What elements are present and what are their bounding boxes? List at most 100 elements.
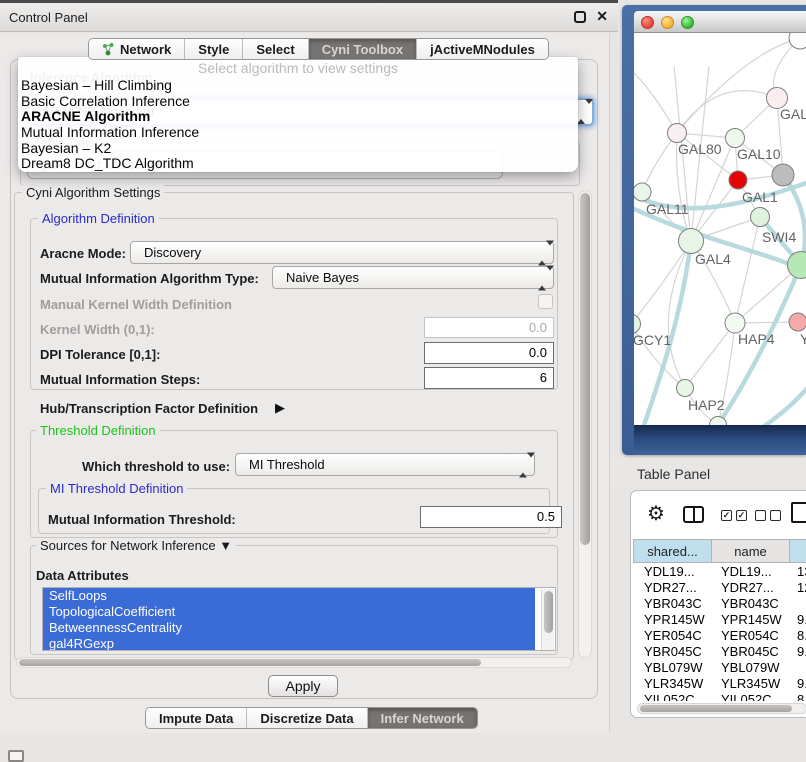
network-edge[interactable] — [642, 133, 677, 192]
network-node-gcy1[interactable] — [634, 315, 641, 334]
network-node-gal10[interactable] — [726, 129, 745, 148]
table-body: YDL19...YDL19...13YDR27...YDR27...12YBR0… — [634, 564, 806, 701]
close-panel-icon[interactable]: ✕ — [596, 8, 608, 25]
column-layout-icon[interactable] — [683, 506, 704, 523]
table-horizontal-scrollbar[interactable] — [637, 703, 806, 714]
zoom-traffic-light-icon[interactable] — [681, 16, 694, 29]
hub-definition-expand-icon[interactable]: ▶ — [275, 400, 285, 416]
float-panel-icon[interactable] — [574, 11, 586, 23]
dpi-tolerance-label: DPI Tolerance [0,1]: — [40, 347, 160, 362]
aracne-mode-combobox[interactable]: Discovery — [130, 241, 554, 264]
table-cell: YLR345W — [721, 676, 780, 692]
algorithm-option[interactable]: Mutual Information Inference — [18, 125, 578, 141]
column-header-name[interactable]: name — [711, 539, 790, 563]
algorithm-option[interactable]: Bayesian – Hill Climbing — [18, 78, 578, 94]
data-attribute-item[interactable]: BetweennessCentrality — [43, 620, 535, 636]
data-attribute-item[interactable]: SelfLoops — [43, 588, 535, 604]
table-row[interactable]: YER054CYER054C8. — [634, 628, 806, 644]
list-vertical-scrollbar[interactable] — [541, 589, 554, 651]
table-row[interactable]: YLR345WYLR345W9. — [634, 676, 806, 692]
table-cell: 8. — [797, 628, 806, 644]
select-all-checkbox-icon[interactable]: ✓ — [721, 510, 732, 521]
network-node[interactable] — [772, 164, 794, 186]
mi-threshold-label: Mutual Information Threshold: — [48, 512, 236, 527]
algorithm-option[interactable]: Bayesian – K2 — [18, 141, 578, 157]
network-canvas[interactable]: GALGAL80GAL10GAL1GAL11SWI4GAL4GCY1HAP4YH… — [634, 33, 806, 425]
tab-infer-network[interactable]: Infer Network — [368, 708, 477, 728]
deselect-all-checkbox-icon[interactable] — [770, 510, 781, 521]
deselect-all-checkbox-icon[interactable] — [755, 510, 766, 521]
settings-horizontal-scrollbar-thumb[interactable] — [19, 659, 481, 666]
table-cell: 13 — [797, 564, 806, 580]
network-node-gal80[interactable] — [668, 124, 687, 143]
network-node-swi4[interactable] — [751, 208, 770, 227]
algorithm-definition-legend: Algorithm Definition — [38, 211, 159, 226]
mi-threshold-field[interactable]: 0.5 — [420, 506, 562, 528]
mi-algorithm-type-combobox[interactable]: Naive Bayes — [272, 266, 554, 289]
algorithm-dropdown-list: Bayesian – Hill ClimbingBasic Correlatio… — [18, 78, 578, 172]
network-node-gal1[interactable] — [729, 171, 747, 189]
cyni-bottom-tabbar: Impute Data Discretize Data Infer Networ… — [145, 707, 478, 729]
table-row[interactable]: YPR145WYPR145W9. — [634, 612, 806, 628]
manual-kernel-width-checkbox[interactable] — [538, 294, 553, 309]
network-node-label: GAL10 — [737, 146, 781, 162]
screen: Control Panel ✕ Network Style Select Cyn… — [0, 0, 806, 762]
tab-jactivemnodules[interactable]: jActiveMNodules — [417, 39, 548, 59]
tab-select[interactable]: Select — [243, 39, 308, 59]
column-header-partial[interactable] — [789, 539, 806, 563]
which-threshold-combobox[interactable]: MI Threshold — [235, 453, 535, 476]
stepper-arrows-icon — [519, 454, 528, 475]
algorithm-dropdown-placeholder: Select algorithm to view settings — [18, 60, 578, 76]
apply-button[interactable]: Apply — [268, 675, 338, 697]
data-attributes-list[interactable]: SelfLoopsTopologicalCoefficientBetweenne… — [42, 587, 556, 651]
tab-style[interactable]: Style — [185, 39, 243, 59]
select-all-checkbox-icon[interactable]: ✓ — [736, 510, 747, 521]
data-attribute-item[interactable]: TopologicalCoefficient — [43, 604, 535, 620]
kernel-width-field[interactable]: 0.0 — [424, 317, 554, 338]
settings-vertical-scrollbar-thumb[interactable] — [580, 193, 590, 545]
tab-discretize-data[interactable]: Discretize Data — [247, 708, 367, 728]
collapsed-panel-icon[interactable] — [8, 750, 24, 762]
mi-threshold-definition-legend: MI Threshold Definition — [46, 481, 187, 496]
tab-network[interactable]: Network — [89, 39, 185, 59]
tab-impute-data[interactable]: Impute Data — [146, 708, 247, 728]
mi-steps-field[interactable]: 6 — [424, 367, 554, 389]
sources-collapse-icon[interactable]: ▼ — [219, 538, 232, 553]
manual-kernel-width-label: Manual Kernel Width Definition — [40, 297, 232, 312]
tab-cyni-toolbox[interactable]: Cyni Toolbox — [309, 39, 417, 59]
network-node-gal11[interactable] — [634, 183, 651, 201]
algorithm-option[interactable]: Basic Correlation Inference — [18, 94, 578, 110]
network-node-y[interactable] — [789, 313, 806, 331]
network-edge-highlighted[interactable] — [754, 383, 806, 425]
table-row[interactable]: YBR043CYBR043C — [634, 596, 806, 612]
table-row[interactable]: YDL19...YDL19...13 — [634, 564, 806, 580]
table-row[interactable]: YIL052CYIL052C8 — [634, 692, 806, 701]
algorithm-option[interactable]: Dream8 DC_TDC Algorithm — [18, 156, 578, 172]
network-tab-icon — [102, 43, 115, 56]
table-cell: YBR045C — [721, 644, 779, 660]
network-node-hap2[interactable] — [677, 380, 694, 397]
network-window-titlebar[interactable] — [634, 11, 806, 33]
network-window-frame[interactable]: GALGAL80GAL10GAL1GAL11SWI4GAL4GCY1HAP4YH… — [622, 5, 806, 455]
data-attribute-item[interactable]: gal4RGexp — [43, 636, 535, 651]
network-edge[interactable] — [735, 217, 760, 323]
network-edge[interactable] — [634, 73, 677, 133]
column-header-shared-name[interactable]: shared... — [633, 539, 712, 563]
algorithm-option[interactable]: ARACNE Algorithm — [18, 109, 578, 125]
table-row[interactable]: YBR045CYBR045C9. — [634, 644, 806, 660]
settings-vertical-scrollbar[interactable] — [578, 190, 592, 658]
dpi-tolerance-field[interactable]: 0.0 — [424, 342, 554, 364]
table-horizontal-scrollbar-thumb[interactable] — [640, 705, 792, 712]
table-row[interactable]: YDR27...YDR27...12 — [634, 580, 806, 596]
settings-horizontal-scrollbar[interactable] — [16, 657, 572, 668]
network-node-gal4[interactable] — [679, 229, 704, 254]
table-cell: YBL079W — [721, 660, 780, 676]
table-row[interactable]: YBL079WYBL079W — [634, 660, 806, 676]
gear-icon[interactable]: ⚙ — [647, 504, 665, 524]
network-node-hap4[interactable] — [725, 313, 745, 333]
table-cell: YPR145W — [721, 612, 782, 628]
list-vertical-scrollbar-thumb[interactable] — [544, 591, 553, 633]
minimize-traffic-light-icon[interactable] — [661, 16, 674, 29]
close-traffic-light-icon[interactable] — [641, 16, 654, 29]
export-table-icon[interactable] — [791, 502, 806, 523]
